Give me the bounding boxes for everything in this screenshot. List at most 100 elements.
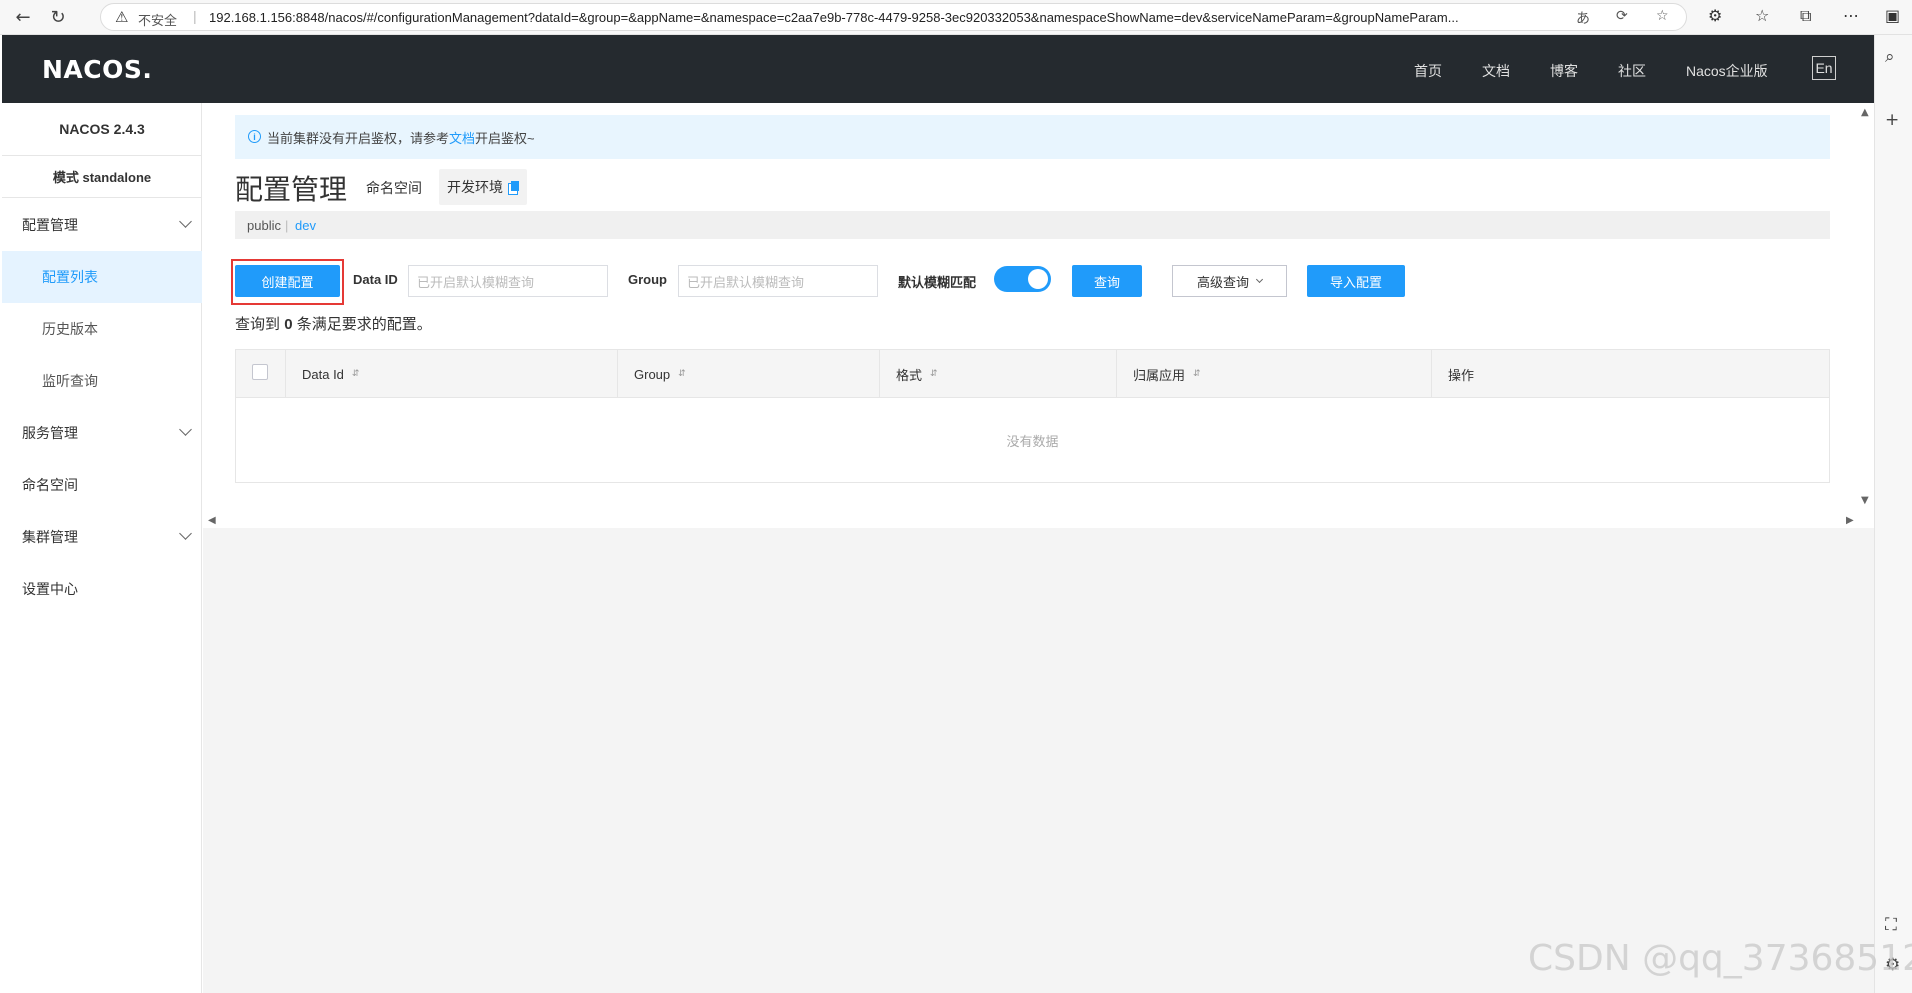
sidebar-toggle-icon[interactable]: ▣ xyxy=(1885,6,1900,25)
dataid-label: Data ID xyxy=(353,272,398,287)
group-label: Group xyxy=(628,272,667,287)
sidebar-item-history[interactable]: 历史版本 xyxy=(2,303,202,355)
collections-icon[interactable]: ⧉ xyxy=(1800,6,1811,26)
main-content: i 当前集群没有开启鉴权，请参考文档开启鉴权~ 配置管理 命名空间 开发环境 p… xyxy=(203,103,1874,993)
scroll-down-icon[interactable]: ▼ xyxy=(1861,495,1869,506)
result-count: 0 xyxy=(284,316,293,333)
browser-side-rail: ⌕ + ⛶ ⚙ xyxy=(1874,35,1912,993)
namespace-label: 命名空间 xyxy=(366,180,422,196)
back-icon[interactable]: ← xyxy=(10,4,36,30)
language-switch-button[interactable]: En xyxy=(1812,56,1836,80)
select-all-checkbox[interactable] xyxy=(252,364,268,380)
insecure-label: 不安全 xyxy=(138,13,178,28)
column-label: Group xyxy=(634,366,671,382)
result-prefix: 查询到 xyxy=(235,316,281,333)
favorite-star-icon[interactable]: ☆ xyxy=(1656,8,1669,24)
add-icon[interactable]: + xyxy=(1885,110,1899,130)
favorites-icon[interactable]: ☆ xyxy=(1755,6,1769,25)
dataid-input[interactable]: 已开启默认模糊查询 xyxy=(408,265,608,297)
group-input[interactable]: 已开启默认模糊查询 xyxy=(678,265,878,297)
screenshot-icon[interactable]: ⛶ xyxy=(1885,915,1897,935)
sidebar-item-settings-center[interactable]: 设置中心 xyxy=(2,563,202,615)
table-header: Data Id ⇵ Group ⇵ 格式 ⇵ 归属应用 ⇵ 操作 xyxy=(236,350,1829,398)
notice-text: 当前集群没有开启鉴权，请参考文档开启鉴权~ xyxy=(267,128,535,147)
advanced-query-label: 高级查询 xyxy=(1196,274,1249,290)
nav-home[interactable]: 首页 xyxy=(1414,61,1442,81)
sidebar-item-label: 配置列表 xyxy=(42,269,98,285)
namespace-tag: 开发环境 xyxy=(439,169,527,205)
result-summary: 查询到 0 条满足要求的配置。 xyxy=(235,313,432,334)
column-app[interactable]: 归属应用 ⇵ xyxy=(1116,350,1431,398)
fuzzy-match-toggle[interactable] xyxy=(994,266,1051,292)
sidebar: NACOS 2.4.3 模式 standalone 配置管理 配置列表 历史版本… xyxy=(2,103,202,993)
extensions-icon[interactable]: ⚙ xyxy=(1708,6,1722,25)
chevron-down-icon xyxy=(1255,275,1264,284)
sort-icon[interactable]: ⇵ xyxy=(1193,369,1201,379)
advanced-query-button[interactable]: 高级查询 xyxy=(1172,265,1287,297)
address-bar[interactable]: ⚠ 不安全 | 192.168.1.156:8848/nacos/#/confi… xyxy=(100,3,1687,31)
sidebar-item-label: 历史版本 xyxy=(42,321,98,337)
url-text[interactable]: 192.168.1.156:8848/nacos/#/configuration… xyxy=(209,10,1554,25)
refresh-page-icon[interactable]: ⟳ xyxy=(1616,8,1628,24)
sidebar-item-label: 配置管理 xyxy=(22,217,78,233)
sidebar-item-cluster-management[interactable]: 集群管理 xyxy=(2,511,202,563)
app-header: NACOS. 首页 文档 博客 社区 Nacos企业版 En xyxy=(2,35,1874,103)
reload-icon[interactable]: ↻ xyxy=(45,4,71,30)
sidebar-item-service-management[interactable]: 服务管理 xyxy=(2,407,202,459)
column-actions: 操作 xyxy=(1431,350,1829,398)
scroll-up-icon[interactable]: ▲ xyxy=(1861,107,1869,118)
select-all-cell xyxy=(236,350,285,398)
docs-link[interactable]: 文档 xyxy=(449,131,475,146)
namespace-public-link[interactable]: public xyxy=(247,218,281,233)
sort-icon[interactable]: ⇵ xyxy=(678,369,686,379)
scroll-left-icon[interactable]: ◀ xyxy=(208,515,216,526)
namespace-separator: | xyxy=(285,218,289,233)
chevron-down-icon xyxy=(179,215,192,228)
sidebar-item-config-management[interactable]: 配置管理 xyxy=(2,199,202,251)
namespace-value: 开发环境 xyxy=(447,179,503,195)
watermark: CSDN @qq_37368512 xyxy=(1528,938,1912,979)
sidebar-item-namespace[interactable]: 命名空间 xyxy=(2,459,202,511)
sidebar-item-label: 命名空间 xyxy=(22,477,78,493)
chevron-down-icon xyxy=(179,527,192,540)
browser-toolbar: ← ↻ ⚠ 不安全 | 192.168.1.156:8848/nacos/#/c… xyxy=(0,0,1912,35)
column-data-id[interactable]: Data Id ⇵ xyxy=(285,350,617,398)
namespace-switcher: public | dev xyxy=(235,211,1830,239)
notice-text-after: 开启鉴权~ xyxy=(475,131,535,146)
namespace-dev-link[interactable]: dev xyxy=(295,218,316,233)
column-group[interactable]: Group ⇵ xyxy=(617,350,879,398)
version-label: NACOS 2.4.3 xyxy=(2,103,202,156)
mode-label: 模式 standalone xyxy=(2,156,202,198)
sidebar-item-label: 设置中心 xyxy=(22,581,78,597)
query-button[interactable]: 查询 xyxy=(1072,265,1142,297)
import-config-button[interactable]: 导入配置 xyxy=(1307,265,1405,297)
toggle-knob xyxy=(1028,269,1048,289)
sidebar-item-label: 服务管理 xyxy=(22,425,78,441)
create-config-button[interactable]: 创建配置 xyxy=(235,265,340,297)
nav-blog[interactable]: 博客 xyxy=(1550,61,1578,81)
info-icon: i xyxy=(248,130,261,143)
sidebar-item-label: 监听查询 xyxy=(42,373,98,389)
scroll-right-icon[interactable]: ▶ xyxy=(1846,515,1854,526)
column-label: 格式 xyxy=(896,367,923,383)
chevron-down-icon xyxy=(179,423,192,436)
more-icon[interactable]: ⋯ xyxy=(1843,6,1859,25)
fuzzy-match-label: 默认模糊匹配 xyxy=(898,275,977,290)
nav-docs[interactable]: 文档 xyxy=(1482,61,1510,81)
sidebar-item-label: 集群管理 xyxy=(22,529,78,545)
column-format[interactable]: 格式 ⇵ xyxy=(879,350,1116,398)
page-title: 配置管理 xyxy=(235,174,348,205)
sort-icon[interactable]: ⇵ xyxy=(352,369,360,379)
read-aloud-icon[interactable]: あ xyxy=(1576,8,1590,28)
sort-icon[interactable]: ⇵ xyxy=(930,369,938,379)
sidebar-item-listener-query[interactable]: 监听查询 xyxy=(2,355,202,407)
sidebar-item-config-list[interactable]: 配置列表 xyxy=(2,251,202,303)
main-panel: i 当前集群没有开启鉴权，请参考文档开启鉴权~ 配置管理 命名空间 开发环境 p… xyxy=(203,103,1874,528)
search-icon[interactable]: ⌕ xyxy=(1885,47,1895,67)
address-separator: | xyxy=(193,8,197,24)
auth-notice: i 当前集群没有开启鉴权，请参考文档开启鉴权~ xyxy=(235,115,1830,159)
nacos-logo[interactable]: NACOS. xyxy=(42,55,152,84)
nav-enterprise[interactable]: Nacos企业版 xyxy=(1686,61,1768,81)
copy-icon[interactable] xyxy=(508,180,519,195)
nav-community[interactable]: 社区 xyxy=(1618,61,1646,81)
